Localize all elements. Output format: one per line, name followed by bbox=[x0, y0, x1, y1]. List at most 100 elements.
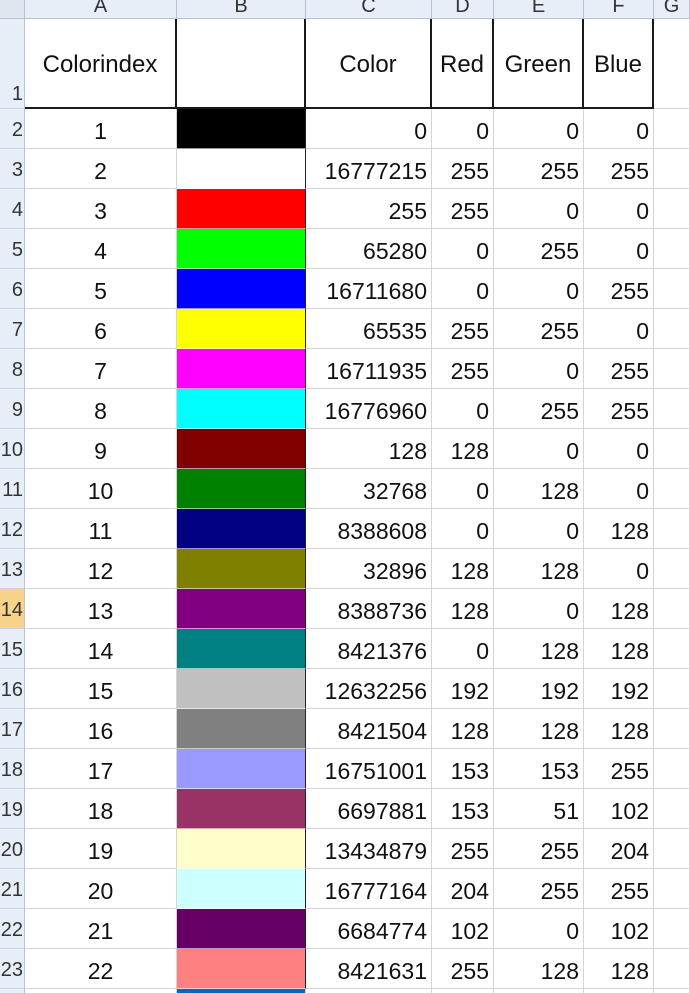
cell-g[interactable] bbox=[654, 349, 690, 389]
red-cell[interactable]: 153 bbox=[432, 789, 494, 829]
green-cell[interactable]: 51 bbox=[494, 789, 584, 829]
row-header-21[interactable]: 21 bbox=[0, 869, 25, 909]
colorindex-cell[interactable]: 3 bbox=[25, 189, 177, 229]
color-cell[interactable]: 255 bbox=[306, 189, 432, 229]
color-cell[interactable]: 8421631 bbox=[306, 949, 432, 989]
swatch-cell[interactable] bbox=[177, 349, 306, 389]
red-cell[interactable]: 128 bbox=[432, 589, 494, 629]
color-cell[interactable]: 32768 bbox=[306, 469, 432, 509]
colorindex-cell[interactable]: 5 bbox=[25, 269, 177, 309]
row-header-9[interactable]: 9 bbox=[0, 389, 25, 429]
cell-partial[interactable] bbox=[432, 989, 494, 994]
red-cell[interactable]: 255 bbox=[432, 149, 494, 189]
swatch-cell[interactable] bbox=[177, 829, 306, 869]
cell-g[interactable] bbox=[654, 949, 690, 989]
colorindex-cell[interactable]: 9 bbox=[25, 429, 177, 469]
color-cell[interactable]: 6684774 bbox=[306, 909, 432, 949]
blue-cell[interactable]: 255 bbox=[584, 269, 654, 309]
row-header-13[interactable]: 13 bbox=[0, 549, 25, 589]
row-header-18[interactable]: 18 bbox=[0, 749, 25, 789]
swatch-cell[interactable] bbox=[177, 149, 306, 189]
row-header-6[interactable]: 6 bbox=[0, 269, 25, 309]
green-cell[interactable]: 0 bbox=[494, 909, 584, 949]
colorindex-cell[interactable]: 1 bbox=[25, 109, 177, 149]
cell-g[interactable] bbox=[654, 909, 690, 949]
row-header-23[interactable]: 23 bbox=[0, 949, 25, 989]
blue-cell[interactable]: 192 bbox=[584, 669, 654, 709]
header-cell-red[interactable]: Red bbox=[432, 19, 494, 109]
red-cell[interactable]: 0 bbox=[432, 389, 494, 429]
cell-g[interactable] bbox=[654, 469, 690, 509]
color-cell[interactable]: 128 bbox=[306, 429, 432, 469]
blue-cell[interactable]: 255 bbox=[584, 349, 654, 389]
row-header-11[interactable]: 11 bbox=[0, 469, 25, 509]
swatch-cell[interactable] bbox=[177, 749, 306, 789]
cell-g[interactable] bbox=[654, 589, 690, 629]
cell-g[interactable] bbox=[654, 789, 690, 829]
blue-cell[interactable]: 0 bbox=[584, 189, 654, 229]
row-header-7[interactable]: 7 bbox=[0, 309, 25, 349]
row-header-12[interactable]: 12 bbox=[0, 509, 25, 549]
colorindex-cell[interactable] bbox=[25, 989, 177, 994]
colorindex-cell[interactable]: 12 bbox=[25, 549, 177, 589]
row-header-10[interactable]: 10 bbox=[0, 429, 25, 469]
green-cell[interactable]: 153 bbox=[494, 749, 584, 789]
colorindex-cell[interactable]: 7 bbox=[25, 349, 177, 389]
blue-cell[interactable]: 128 bbox=[584, 509, 654, 549]
green-cell[interactable]: 128 bbox=[494, 949, 584, 989]
row-header-8[interactable]: 8 bbox=[0, 349, 25, 389]
colorindex-cell[interactable]: 22 bbox=[25, 949, 177, 989]
colorindex-cell[interactable]: 16 bbox=[25, 709, 177, 749]
blue-cell[interactable]: 0 bbox=[584, 229, 654, 269]
cell-g[interactable] bbox=[654, 549, 690, 589]
blue-cell[interactable]: 255 bbox=[584, 749, 654, 789]
cell-g[interactable] bbox=[654, 429, 690, 469]
red-cell[interactable]: 255 bbox=[432, 189, 494, 229]
swatch-cell[interactable] bbox=[177, 949, 306, 989]
blue-cell[interactable]: 0 bbox=[584, 549, 654, 589]
cell-g[interactable] bbox=[654, 709, 690, 749]
column-header-d[interactable]: D bbox=[432, 0, 494, 19]
swatch-cell[interactable] bbox=[177, 549, 306, 589]
cell-partial[interactable] bbox=[654, 989, 690, 994]
swatch-cell[interactable] bbox=[177, 869, 306, 909]
row-header-4[interactable]: 4 bbox=[0, 189, 25, 229]
blue-cell[interactable]: 255 bbox=[584, 869, 654, 909]
header-cell-blue[interactable]: Blue bbox=[584, 19, 654, 109]
blue-cell[interactable]: 0 bbox=[584, 309, 654, 349]
blue-cell[interactable]: 102 bbox=[584, 789, 654, 829]
red-cell[interactable]: 204 bbox=[432, 869, 494, 909]
color-cell[interactable]: 65280 bbox=[306, 229, 432, 269]
cell-g[interactable] bbox=[654, 269, 690, 309]
color-cell[interactable]: 8388736 bbox=[306, 589, 432, 629]
blue-cell[interactable]: 0 bbox=[584, 469, 654, 509]
colorindex-cell[interactable]: 19 bbox=[25, 829, 177, 869]
swatch-cell[interactable] bbox=[177, 189, 306, 229]
color-cell[interactable]: 16777164 bbox=[306, 869, 432, 909]
row-header-16[interactable]: 16 bbox=[0, 669, 25, 709]
cell-g[interactable] bbox=[654, 869, 690, 909]
green-cell[interactable]: 0 bbox=[494, 189, 584, 229]
green-cell[interactable]: 192 bbox=[494, 669, 584, 709]
cell-g[interactable] bbox=[654, 309, 690, 349]
swatch-cell[interactable] bbox=[177, 229, 306, 269]
swatch-cell[interactable] bbox=[177, 789, 306, 829]
colorindex-cell[interactable]: 18 bbox=[25, 789, 177, 829]
blue-cell[interactable]: 128 bbox=[584, 949, 654, 989]
green-cell[interactable]: 0 bbox=[494, 509, 584, 549]
color-cell[interactable]: 16711935 bbox=[306, 349, 432, 389]
row-header-2[interactable]: 2 bbox=[0, 109, 25, 149]
color-cell[interactable]: 8388608 bbox=[306, 509, 432, 549]
colorindex-cell[interactable]: 17 bbox=[25, 749, 177, 789]
blue-cell[interactable]: 0 bbox=[584, 109, 654, 149]
swatch-cell[interactable] bbox=[177, 269, 306, 309]
column-header-g[interactable]: G bbox=[654, 0, 690, 19]
cell-partial[interactable] bbox=[306, 989, 432, 994]
colorindex-cell[interactable]: 11 bbox=[25, 509, 177, 549]
green-cell[interactable]: 0 bbox=[494, 589, 584, 629]
column-header-e[interactable]: E bbox=[494, 0, 584, 19]
red-cell[interactable]: 255 bbox=[432, 349, 494, 389]
red-cell[interactable]: 255 bbox=[432, 829, 494, 869]
green-cell[interactable]: 255 bbox=[494, 869, 584, 909]
green-cell[interactable]: 255 bbox=[494, 229, 584, 269]
